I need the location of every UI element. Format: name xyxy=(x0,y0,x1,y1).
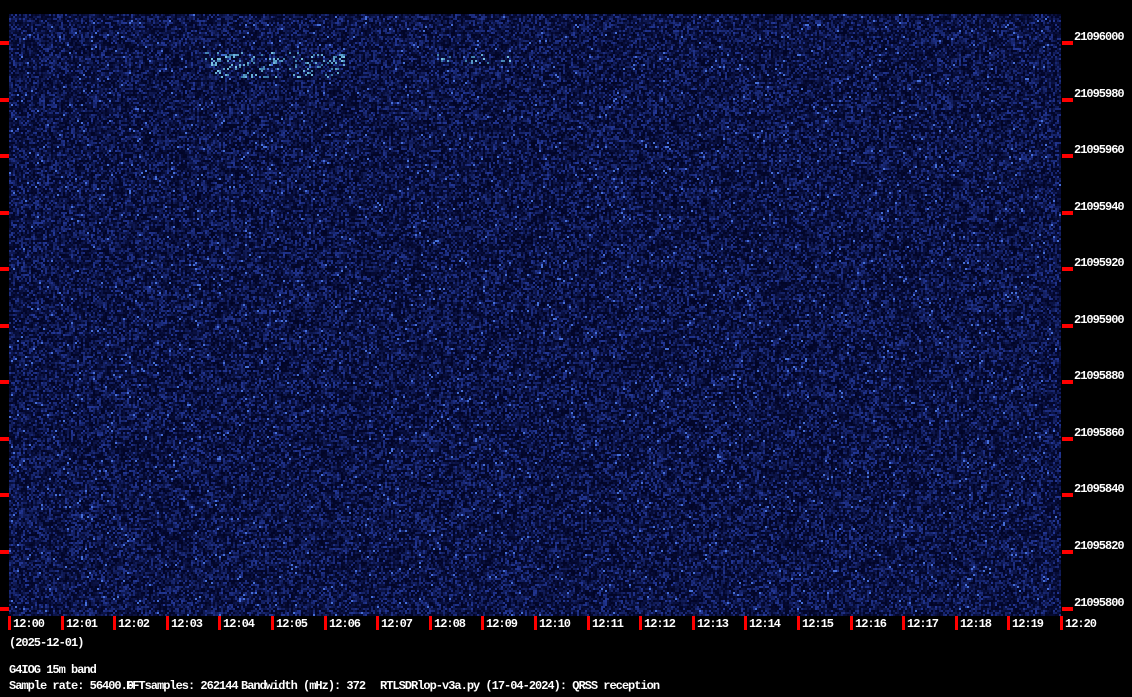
freq-tick-right xyxy=(1062,380,1073,384)
time-tick xyxy=(1007,616,1010,630)
freq-tick-label: 21095860 xyxy=(1074,426,1124,440)
time-tick xyxy=(8,616,11,630)
freq-tick-label: 21096000 xyxy=(1074,30,1124,44)
freq-tick-left xyxy=(0,380,9,384)
freq-tick-right xyxy=(1062,493,1073,497)
freq-tick-label: 21095920 xyxy=(1074,256,1124,270)
time-tick-label: 12:13 xyxy=(697,617,728,631)
time-tick xyxy=(376,616,379,630)
time-tick-label: 12:14 xyxy=(749,617,780,631)
time-tick xyxy=(744,616,747,630)
time-tick xyxy=(324,616,327,630)
time-tick xyxy=(481,616,484,630)
freq-tick-left xyxy=(0,493,9,497)
freq-tick-label: 21095840 xyxy=(1074,482,1124,496)
freq-tick-right xyxy=(1062,211,1073,215)
software-label: RTLSDRlop-v3a.py (17-04-2024): QRSS rece… xyxy=(380,679,659,693)
freq-tick-right xyxy=(1062,437,1073,441)
time-tick-label: 12:07 xyxy=(381,617,412,631)
time-tick-label: 12:09 xyxy=(486,617,517,631)
time-tick xyxy=(850,616,853,630)
freq-tick-label: 21095940 xyxy=(1074,200,1124,214)
freq-tick-left xyxy=(0,550,9,554)
time-tick-label: 12:17 xyxy=(907,617,938,631)
time-tick-label: 12:06 xyxy=(329,617,360,631)
time-tick-label: 12:18 xyxy=(960,617,991,631)
freq-tick-label: 21095980 xyxy=(1074,87,1124,101)
freq-tick-right xyxy=(1062,267,1073,271)
time-tick xyxy=(955,616,958,630)
freq-tick-label: 21095800 xyxy=(1074,596,1124,610)
freq-tick-left xyxy=(0,211,9,215)
freq-tick-label: 21095960 xyxy=(1074,143,1124,157)
freq-tick-label: 21095820 xyxy=(1074,539,1124,553)
freq-tick-right xyxy=(1062,607,1073,611)
time-tick-label: 12:16 xyxy=(855,617,886,631)
freq-tick-left xyxy=(0,437,9,441)
freq-tick-left xyxy=(0,607,9,611)
freq-tick-right xyxy=(1062,98,1073,102)
time-tick-label: 12:08 xyxy=(434,617,465,631)
time-tick xyxy=(639,616,642,630)
time-tick xyxy=(797,616,800,630)
sample-rate-label: Sample rate: 56400.0 xyxy=(9,679,133,693)
date-label: (2025-12-01) xyxy=(9,636,83,650)
time-tick-label: 12:11 xyxy=(592,617,623,631)
time-tick-label: 12:03 xyxy=(171,617,202,631)
freq-tick-right xyxy=(1062,550,1073,554)
time-tick xyxy=(534,616,537,630)
time-tick-label: 12:01 xyxy=(66,617,97,631)
time-tick xyxy=(271,616,274,630)
time-tick-label: 12:19 xyxy=(1012,617,1043,631)
time-tick-label: 12:05 xyxy=(276,617,307,631)
time-tick xyxy=(429,616,432,630)
freq-tick-right xyxy=(1062,154,1073,158)
time-tick xyxy=(218,616,221,630)
freq-tick-right xyxy=(1062,324,1073,328)
time-tick-label: 12:02 xyxy=(118,617,149,631)
time-tick-label: 12:00 xyxy=(13,617,44,631)
freq-tick-left xyxy=(0,154,9,158)
time-tick-label: 12:15 xyxy=(802,617,833,631)
time-tick xyxy=(587,616,590,630)
time-tick-label: 12:10 xyxy=(539,617,570,631)
freq-tick-left xyxy=(0,98,9,102)
time-tick xyxy=(692,616,695,630)
time-tick xyxy=(113,616,116,630)
fft-samples-label: FFTsamples: 262144 xyxy=(126,679,238,693)
freq-tick-right xyxy=(1062,41,1073,45)
time-tick xyxy=(1060,616,1063,630)
freq-tick-label: 21095880 xyxy=(1074,369,1124,383)
time-tick xyxy=(166,616,169,630)
freq-tick-label: 21095900 xyxy=(1074,313,1124,327)
time-tick-label: 12:20 xyxy=(1065,617,1096,631)
freq-tick-left xyxy=(0,41,9,45)
station-label: G4IOG 15m band xyxy=(9,663,96,677)
freq-tick-left xyxy=(0,267,9,271)
time-tick xyxy=(902,616,905,630)
time-tick-label: 12:04 xyxy=(223,617,254,631)
qrss-grabber-screen: 21096000 21095980 21095960 21095940 21095920… xyxy=(0,0,1132,697)
freq-tick-left xyxy=(0,324,9,328)
bandwidth-label: Bandwidth (mHz): 372 xyxy=(241,679,365,693)
time-tick xyxy=(61,616,64,630)
time-tick-label: 12:12 xyxy=(644,617,675,631)
spectrogram-canvas xyxy=(9,14,1061,616)
